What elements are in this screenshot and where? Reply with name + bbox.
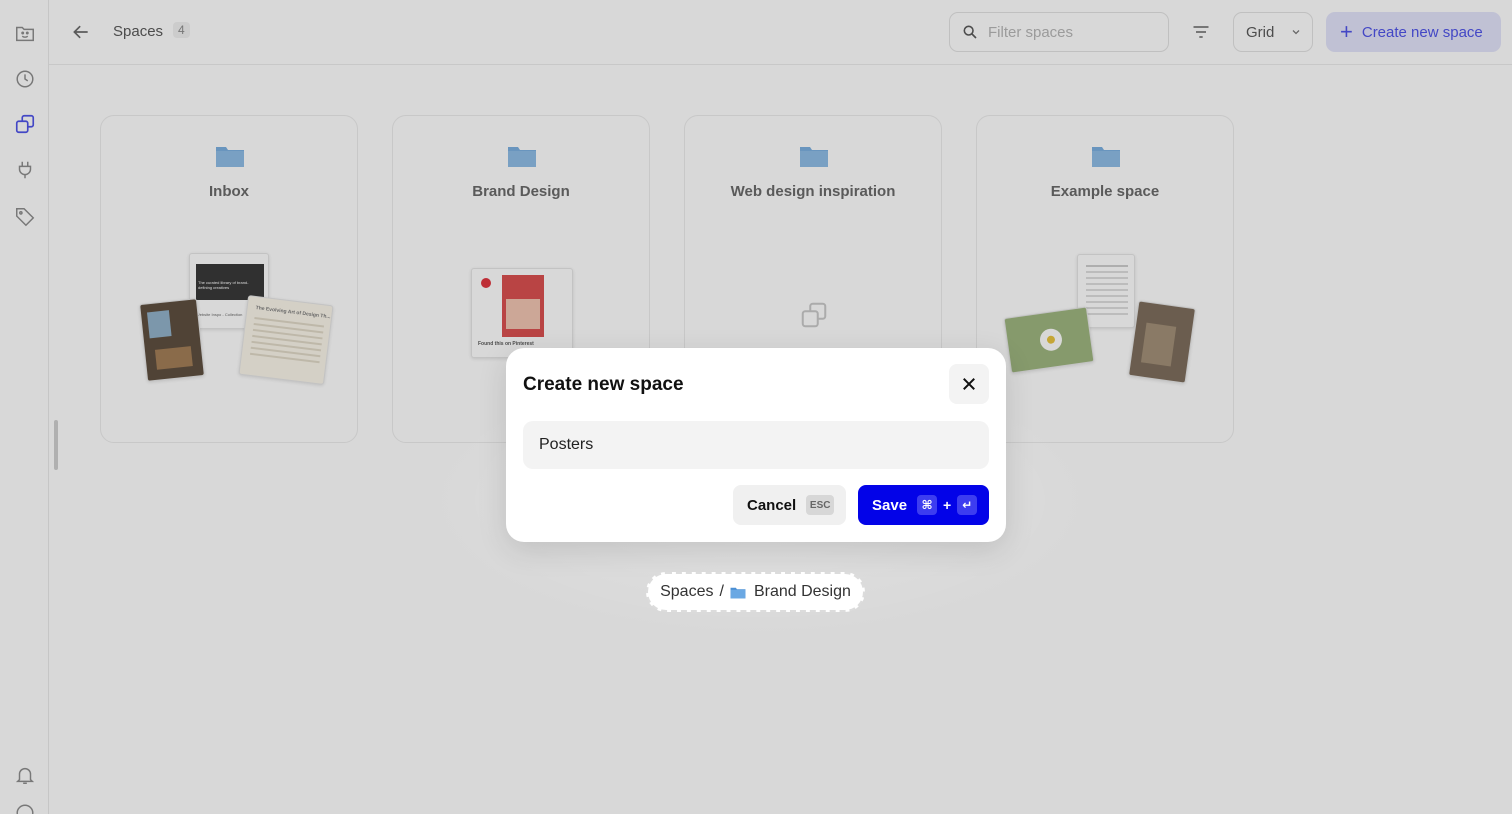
destination-breadcrumb[interactable]: Spaces / Brand Design	[646, 572, 865, 612]
save-button[interactable]: Save ⌘ + ↵	[858, 485, 989, 525]
enter-key-badge: ↵	[957, 495, 978, 515]
cancel-button[interactable]: Cancel ESC	[733, 485, 846, 525]
dialog-title: Create new space	[523, 374, 684, 395]
command-key-badge: ⌘	[917, 495, 938, 515]
breadcrumb-root: Spaces	[660, 583, 714, 600]
folder-icon	[730, 587, 746, 598]
breadcrumb-current: Brand Design	[753, 583, 851, 600]
save-label: Save	[872, 496, 908, 514]
breadcrumb-separator: /	[719, 583, 724, 600]
shortcut-plus: +	[943, 497, 952, 513]
cancel-label: Cancel	[747, 496, 797, 514]
close-icon	[963, 378, 975, 390]
close-button[interactable]	[949, 364, 989, 404]
create-space-dialog: Create new space Cancel ESC Save ⌘ + ↵	[506, 348, 1006, 542]
space-name-input[interactable]	[523, 421, 989, 469]
esc-shortcut-badge: ESC	[806, 495, 835, 515]
